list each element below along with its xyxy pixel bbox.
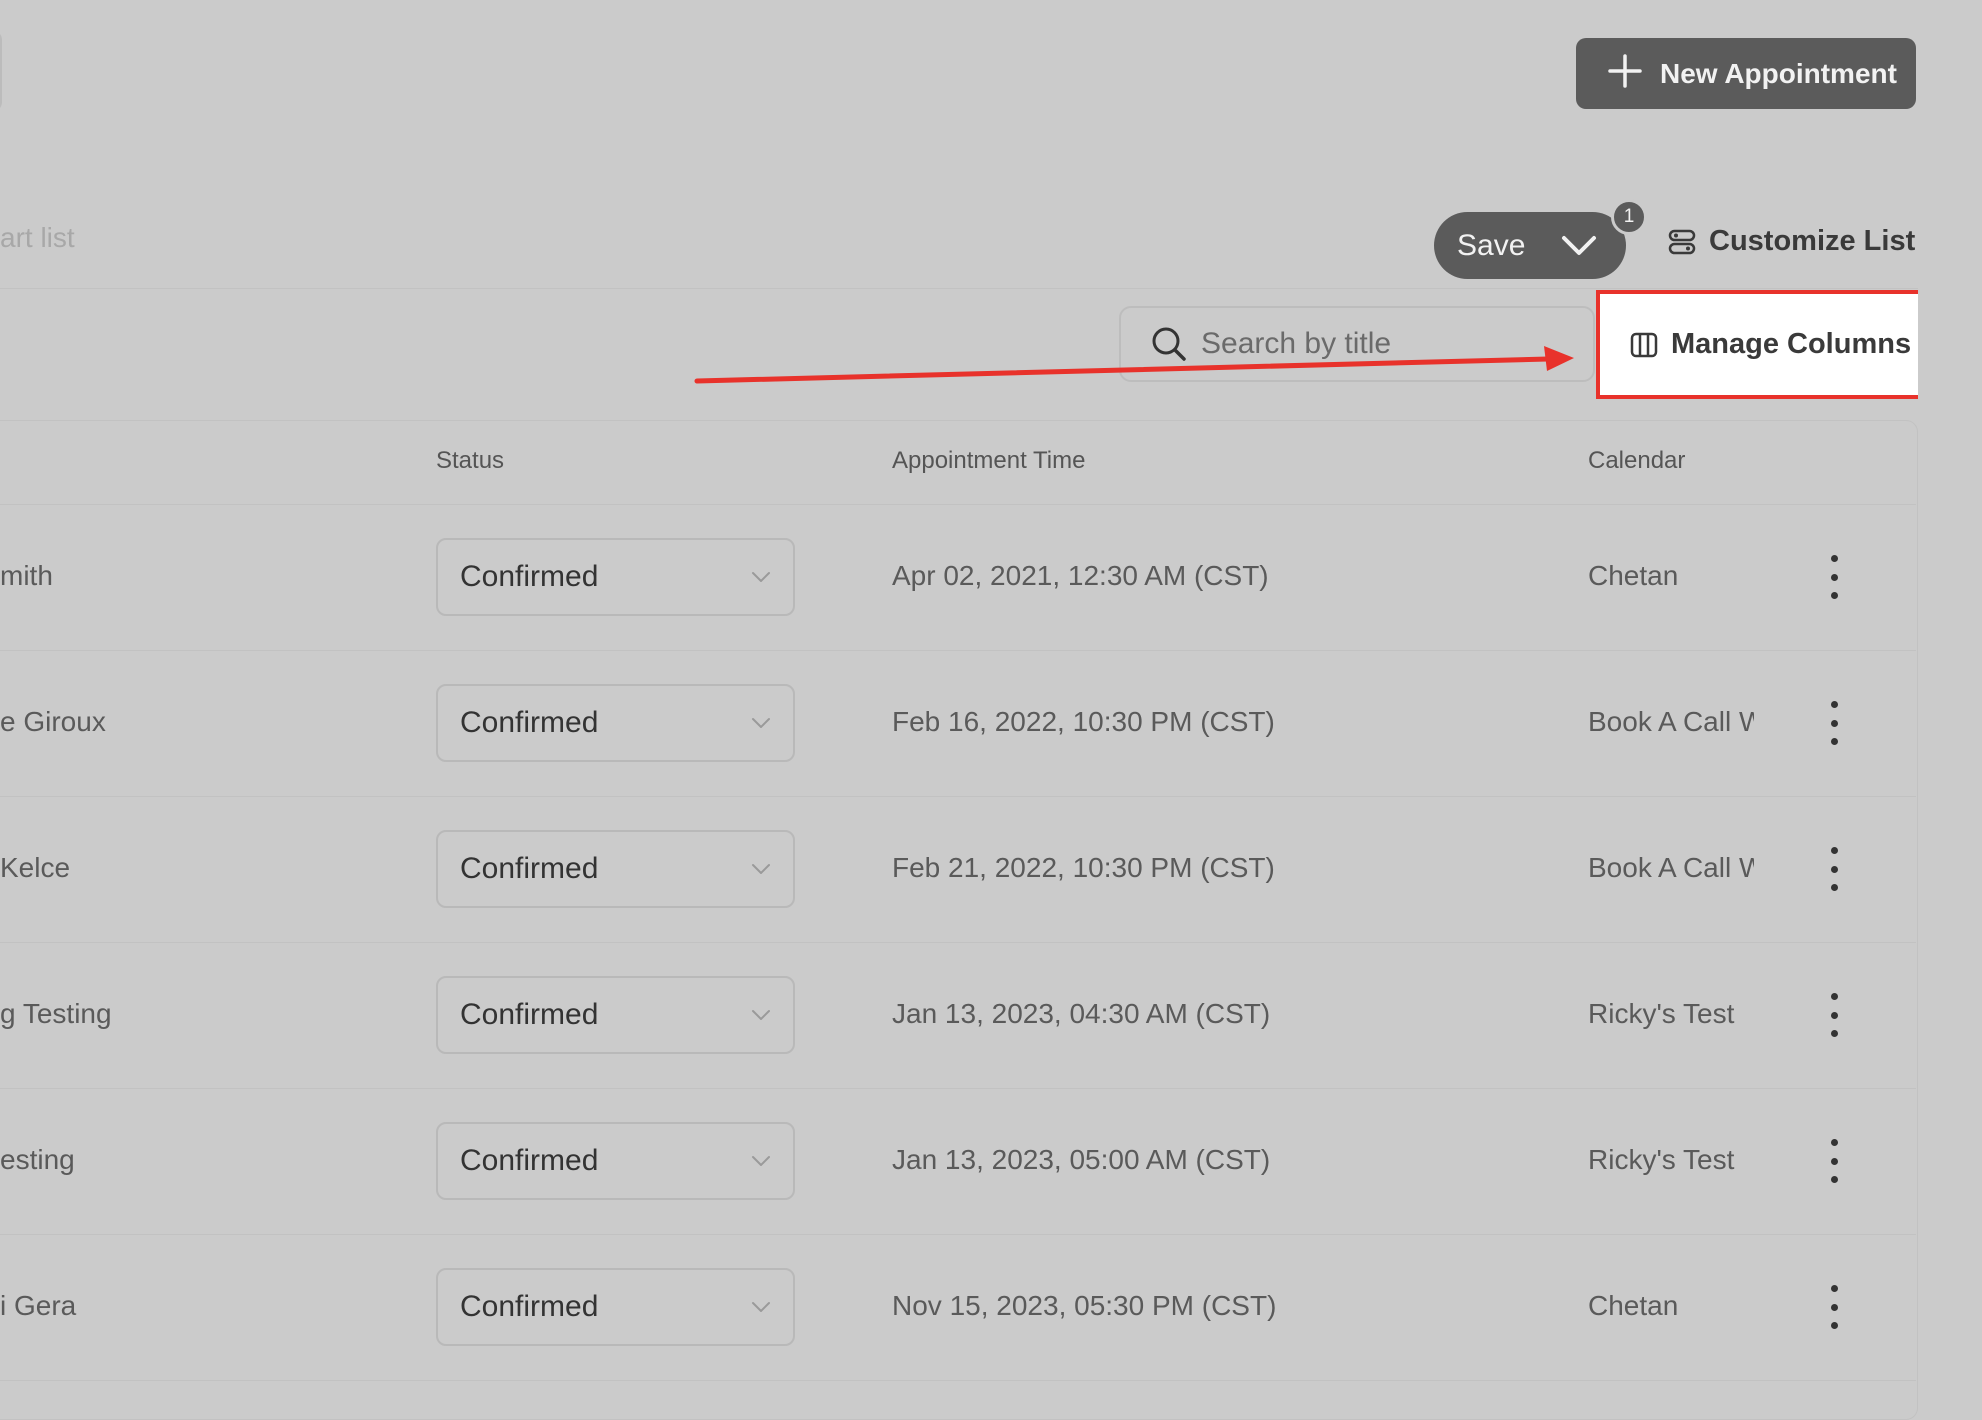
status-value: Confirmed <box>460 706 599 739</box>
status-value: Confirmed <box>460 1144 599 1177</box>
row-divider <box>0 650 1916 651</box>
contact-name-cell[interactable]: mith <box>0 560 53 592</box>
search-input[interactable] <box>1199 326 1583 362</box>
new-appointment-label: New Appointment <box>1660 57 1897 89</box>
kebab-dot <box>1830 993 1838 1000</box>
contact-name-cell[interactable]: e Giroux <box>0 706 106 738</box>
contact-name-cell[interactable]: esting <box>0 1144 75 1176</box>
more-options-icon[interactable] <box>1824 847 1844 891</box>
column-header-status[interactable]: Status <box>436 447 504 475</box>
kebab-dot <box>1830 592 1838 599</box>
more-options-icon[interactable] <box>1824 1139 1844 1183</box>
row-divider <box>0 1234 1916 1235</box>
kebab-dot <box>1830 1139 1838 1146</box>
more-options-icon[interactable] <box>1824 701 1844 745</box>
more-options-icon[interactable] <box>1824 993 1844 1037</box>
partial-input-edge[interactable] <box>0 30 2 112</box>
chevron-down-icon <box>752 572 770 582</box>
kebab-dot <box>1830 555 1838 562</box>
kebab-dot <box>1830 1285 1838 1292</box>
kebab-dot <box>1830 865 1838 873</box>
kebab-dot <box>1830 1157 1838 1165</box>
row-divider <box>0 942 1916 943</box>
status-value: Confirmed <box>460 998 599 1031</box>
row-divider <box>0 796 1916 797</box>
appointment-time-cell: Feb 21, 2022, 10:30 PM (CST) <box>892 852 1275 883</box>
chevron-down-icon <box>752 718 770 728</box>
kebab-dot <box>1830 719 1838 727</box>
kebab-dot <box>1830 1030 1838 1037</box>
row-divider <box>0 1088 1916 1089</box>
chevron-down-icon <box>752 1156 770 1166</box>
kebab-dot <box>1830 1322 1838 1329</box>
customize-list-label: Customize List <box>1709 225 1916 257</box>
divider <box>0 288 1982 289</box>
page-margin <box>1918 0 1982 1392</box>
new-appointment-button[interactable]: New Appointment <box>1576 38 1916 109</box>
contact-name-cell[interactable]: i Gera <box>0 1290 76 1322</box>
search-icon <box>1152 327 1186 361</box>
columns-icon <box>1630 332 1658 357</box>
kebab-dot <box>1830 701 1838 708</box>
status-dropdown[interactable]: Confirmed <box>436 684 795 762</box>
calendar-cell: Book A Call With <box>1588 852 1754 883</box>
status-value: Confirmed <box>460 1290 599 1323</box>
status-dropdown[interactable]: Confirmed <box>436 1122 795 1200</box>
kebab-dot <box>1830 573 1838 581</box>
calendar-cell: Chetan <box>1588 1290 1679 1321</box>
status-dropdown[interactable]: Confirmed <box>436 538 795 616</box>
status-value: Confirmed <box>460 852 599 885</box>
column-header-appointment-time[interactable]: Appointment Time <box>892 447 1085 475</box>
chart-list-label: art list <box>0 222 75 253</box>
contact-name-cell[interactable]: Kelce <box>0 852 70 884</box>
row-divider <box>0 504 1916 505</box>
manage-columns-button[interactable]: Manage Columns <box>1596 290 1941 399</box>
more-options-icon[interactable] <box>1824 1285 1844 1329</box>
notification-badge: 1 <box>1611 199 1647 235</box>
calendar-cell: Ricky's Test <box>1588 1144 1735 1175</box>
status-dropdown[interactable]: Confirmed <box>436 830 795 908</box>
save-button[interactable]: Save <box>1434 212 1626 279</box>
search-field[interactable] <box>1119 306 1595 382</box>
manage-columns-label: Manage Columns <box>1671 328 1912 360</box>
contact-name-cell[interactable]: g Testing <box>0 998 112 1030</box>
calendar-cell: Chetan <box>1588 560 1679 591</box>
chevron-down-icon <box>752 1010 770 1020</box>
chevron-down-icon <box>752 864 770 874</box>
appointment-time-cell: Apr 02, 2021, 12:30 AM (CST) <box>892 560 1269 591</box>
more-options-icon[interactable] <box>1824 555 1844 599</box>
chevron-down-icon <box>752 1302 770 1312</box>
customize-list-button[interactable]: Customize List <box>1668 225 1915 258</box>
appointment-time-cell: Nov 15, 2023, 05:30 PM (CST) <box>892 1290 1277 1321</box>
status-dropdown[interactable]: Confirmed <box>436 1268 795 1346</box>
row-divider <box>0 1380 1916 1381</box>
appointment-time-cell: Jan 13, 2023, 05:00 AM (CST) <box>892 1144 1271 1175</box>
status-dropdown[interactable]: Confirmed <box>436 976 795 1054</box>
chevron-down-icon <box>1561 235 1597 257</box>
save-label: Save <box>1457 228 1526 262</box>
customize-icon <box>1668 229 1696 254</box>
kebab-dot <box>1830 1011 1838 1019</box>
kebab-dot <box>1830 1303 1838 1311</box>
appointment-time-cell: Feb 16, 2022, 10:30 PM (CST) <box>892 706 1275 737</box>
calendar-cell: Book A Call With <box>1588 706 1754 737</box>
column-header-calendar[interactable]: Calendar <box>1588 447 1685 475</box>
plus-icon <box>1608 52 1642 96</box>
kebab-dot <box>1830 1176 1838 1183</box>
kebab-dot <box>1830 884 1838 891</box>
status-value: Confirmed <box>460 560 599 593</box>
calendar-cell: Ricky's Test <box>1588 998 1735 1029</box>
appointment-time-cell: Jan 13, 2023, 04:30 AM (CST) <box>892 998 1271 1029</box>
kebab-dot <box>1830 738 1838 745</box>
kebab-dot <box>1830 847 1838 854</box>
